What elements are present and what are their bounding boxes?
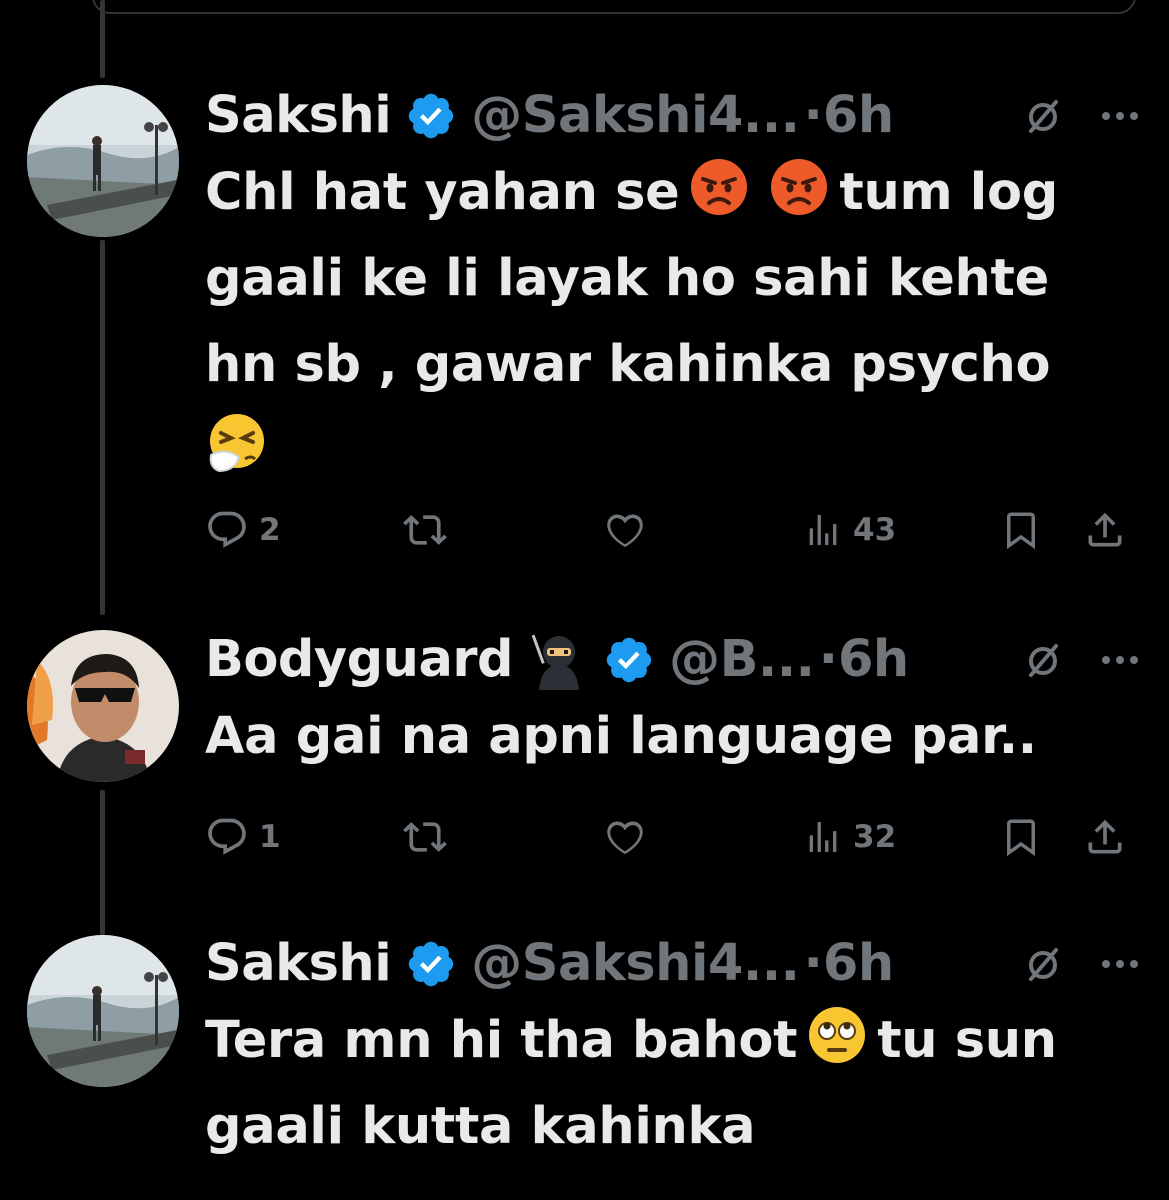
- views-count: 43: [853, 512, 897, 548]
- tweet-text: Chl hat yahan se tum log gaali ke li laya…: [205, 150, 1139, 494]
- repost-button[interactable]: [403, 505, 447, 555]
- face-with-rolling-eyes-emoji: [807, 1005, 867, 1065]
- grok-icon[interactable]: [1023, 640, 1063, 680]
- pouting-face-emoji: [689, 157, 749, 217]
- share-button[interactable]: [1083, 812, 1127, 862]
- repost-icon: [403, 515, 447, 545]
- views-button[interactable]: 32: [803, 812, 896, 862]
- author-handle[interactable]: @Sakshi4...: [471, 930, 800, 998]
- reply-count: 1: [259, 819, 281, 855]
- grok-icon[interactable]: [1023, 96, 1063, 136]
- header-icons: [1023, 626, 1139, 694]
- more-options-icon[interactable]: [1101, 959, 1139, 969]
- thread-line: [100, 790, 105, 935]
- reply-count: 2: [259, 512, 281, 548]
- more-options-icon[interactable]: [1101, 655, 1139, 665]
- thread-line: [100, 0, 105, 78]
- avatar[interactable]: [27, 85, 179, 237]
- sneezing-face-emoji: [205, 411, 269, 475]
- reply-icon: [208, 511, 246, 548]
- reply-button[interactable]: 1: [205, 812, 281, 862]
- tweet-actions: 1 32: [205, 812, 1134, 862]
- like-button[interactable]: [603, 812, 647, 862]
- heart-icon: [607, 821, 643, 855]
- verified-badge-icon: [606, 637, 652, 683]
- ninja-emoji: [531, 634, 580, 690]
- reply-icon: [208, 818, 246, 855]
- tweet-header: Bodyguard @B... · 6h: [205, 626, 1139, 694]
- verified-badge-icon: [409, 941, 454, 987]
- author-handle[interactable]: @B...: [669, 626, 815, 694]
- separator-dot: ·: [803, 934, 823, 993]
- reply-button[interactable]: 2: [205, 505, 281, 555]
- tweet[interactable]: Sakshi @Sakshi4... · 6h Chl hat yahan se…: [205, 82, 1139, 494]
- author-name[interactable]: Sakshi: [205, 930, 392, 998]
- tweet[interactable]: Bodyguard @B... · 6h Aa gai na apni lang…: [205, 626, 1139, 780]
- header-icons: [1023, 930, 1139, 998]
- header-icons: [1023, 82, 1139, 150]
- timestamp[interactable]: 6h: [823, 930, 894, 998]
- bookmark-button[interactable]: [1000, 812, 1042, 862]
- bookmark-icon: [1007, 512, 1035, 550]
- separator-dot: ·: [803, 86, 823, 145]
- thread-line: [100, 240, 105, 615]
- separator-dot: ·: [818, 630, 838, 689]
- previous-tweet-card: [92, 0, 1136, 14]
- views-button[interactable]: 43: [803, 505, 896, 555]
- tweet-text: Aa gai na apni language par..: [205, 707, 1037, 766]
- tweet-header: Sakshi @Sakshi4... · 6h: [205, 930, 1139, 998]
- more-options-icon[interactable]: [1101, 111, 1139, 121]
- timestamp[interactable]: 6h: [823, 82, 894, 150]
- pouting-face-emoji: [769, 157, 829, 217]
- views-count: 32: [853, 819, 897, 855]
- bookmark-button[interactable]: [1000, 505, 1042, 555]
- tweet-actions: 2 43: [205, 505, 1134, 555]
- heart-icon: [607, 514, 643, 548]
- like-button[interactable]: [603, 505, 647, 555]
- tweet[interactable]: Sakshi @Sakshi4... · 6h Tera mn hi tha b…: [205, 930, 1139, 1170]
- views-icon: [809, 515, 837, 545]
- share-icon: [1088, 512, 1122, 547]
- author-name[interactable]: Sakshi: [205, 82, 392, 150]
- author-handle[interactable]: @Sakshi4...: [471, 82, 800, 150]
- timestamp[interactable]: 6h: [838, 626, 909, 694]
- repost-button[interactable]: [403, 812, 447, 862]
- author-name[interactable]: Bodyguard: [205, 626, 514, 694]
- share-button[interactable]: [1083, 505, 1127, 555]
- grok-icon[interactable]: [1023, 944, 1063, 984]
- avatar[interactable]: [27, 935, 179, 1087]
- views-icon: [809, 822, 837, 852]
- share-icon: [1088, 819, 1122, 854]
- tweet-header: Sakshi @Sakshi4... · 6h: [205, 82, 1139, 150]
- repost-icon: [403, 822, 447, 852]
- verified-badge-icon: [409, 93, 454, 139]
- bookmark-icon: [1007, 819, 1035, 857]
- tweet-text: Tera mn hi tha bahot tu sun gaali kutta k…: [205, 998, 1139, 1170]
- avatar[interactable]: [27, 630, 179, 782]
